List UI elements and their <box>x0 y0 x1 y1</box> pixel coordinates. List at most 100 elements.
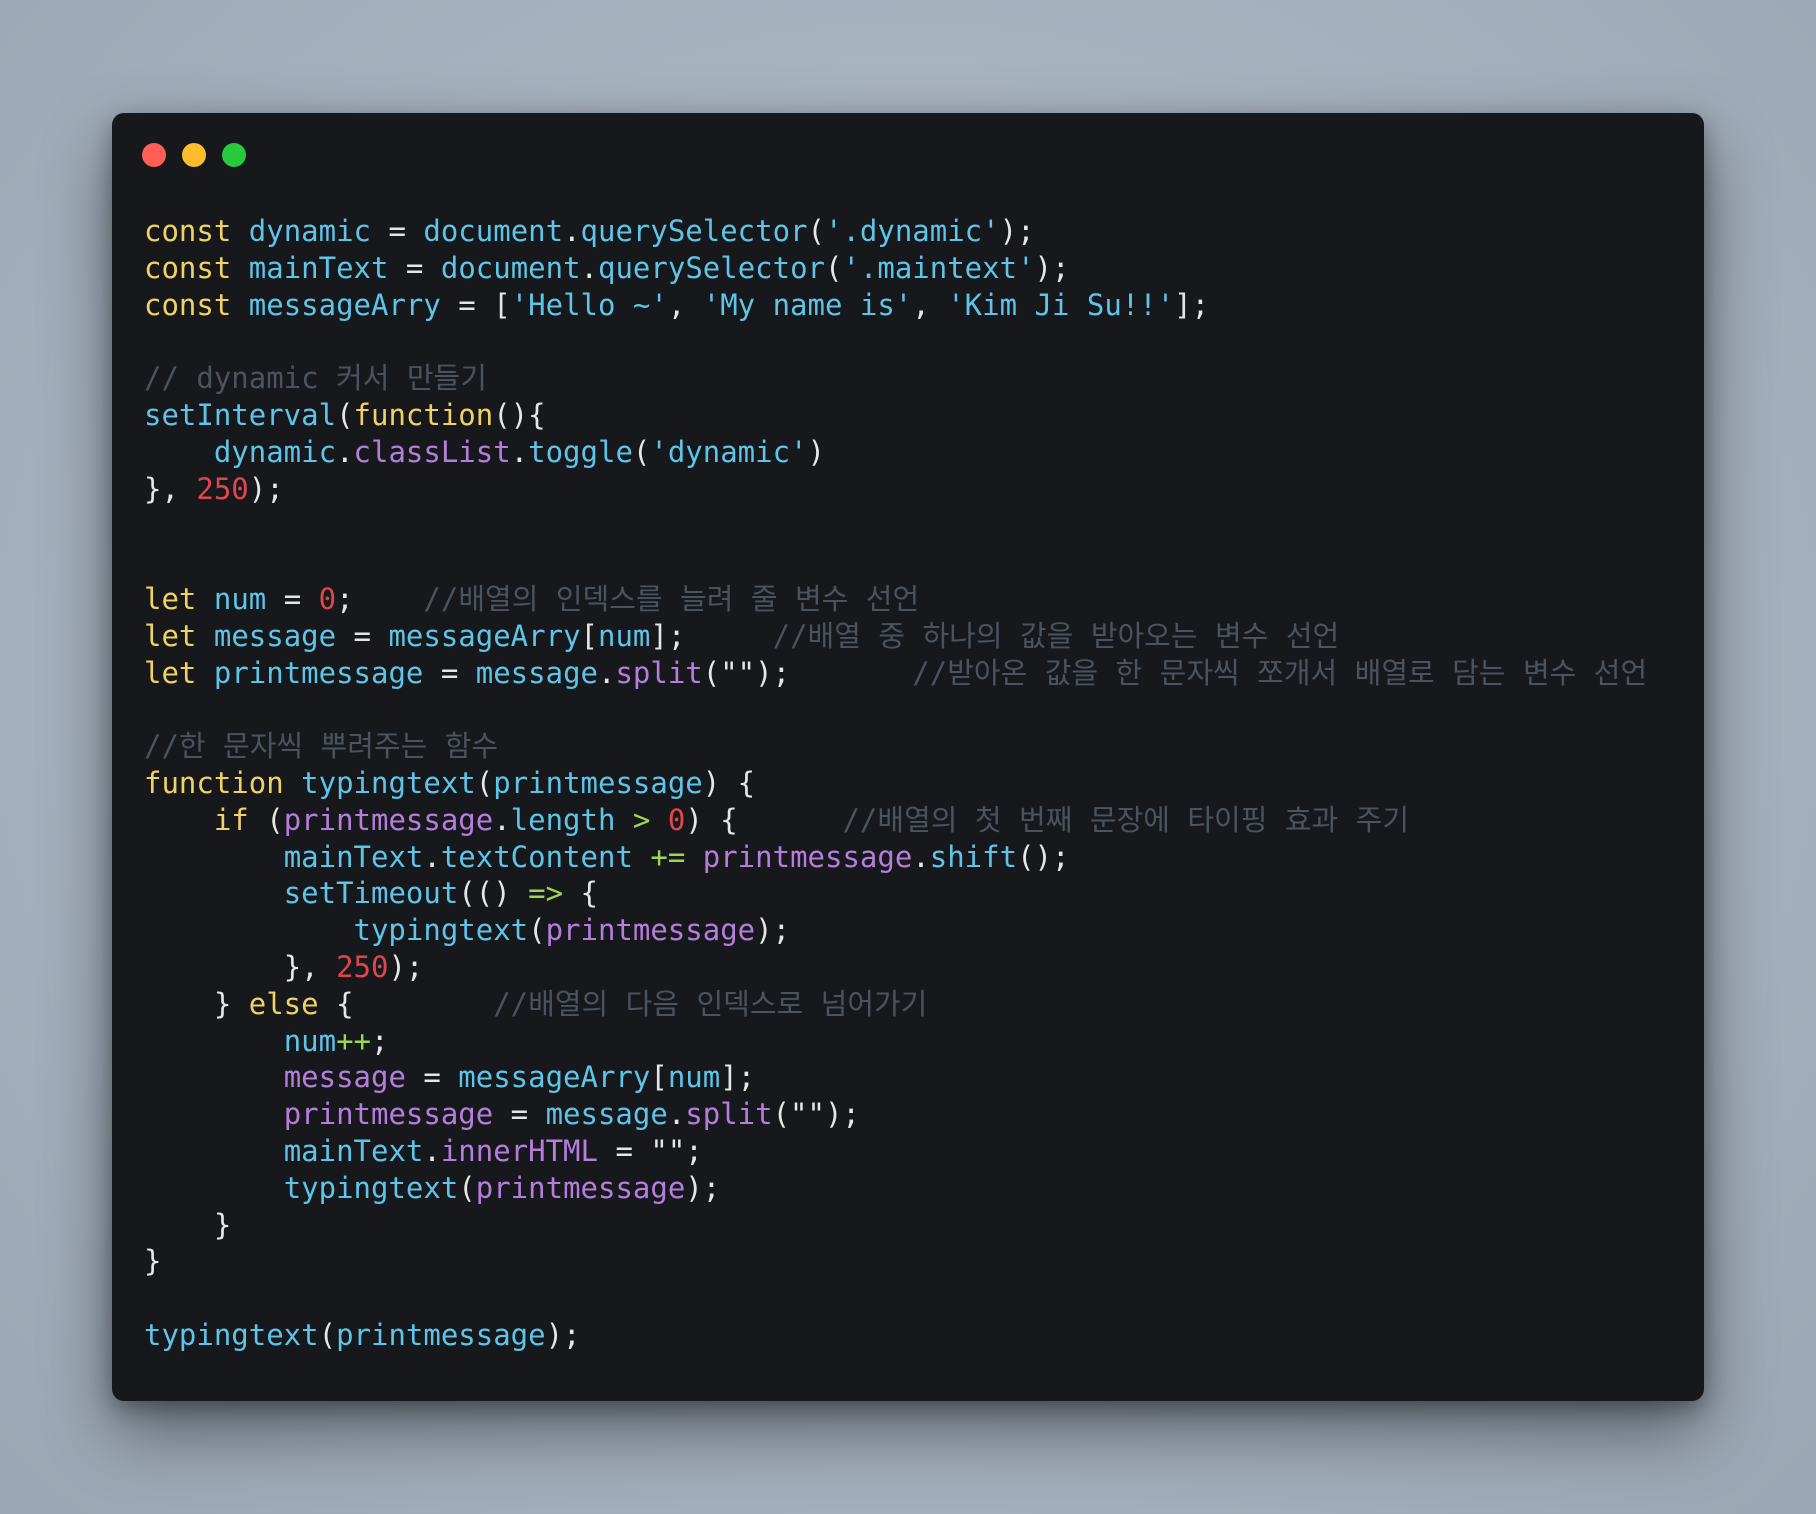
code-token: printmessage <box>336 1317 546 1352</box>
code-token: 250 <box>336 949 389 984</box>
code-token: printmessage <box>213 655 424 690</box>
code-token: ( <box>318 1317 337 1352</box>
code-token: ); <box>999 214 1035 248</box>
code-line: let printmessage = message.split(""); //… <box>144 655 1647 692</box>
code-token: . <box>423 1133 441 1168</box>
code-token: = <box>405 1060 459 1095</box>
code-token: dynamic <box>248 214 371 248</box>
code-token: 0 <box>667 802 686 837</box>
code-token: = <box>266 581 319 616</box>
code-token: = [ <box>440 287 511 322</box>
maximize-button[interactable] <box>222 143 246 167</box>
code-window: const dynamic = document.querySelector('… <box>112 113 1704 1401</box>
code-token: . <box>493 802 511 837</box>
code-comment: //받아온 값을 한 문자씩 쪼개서 배열로 담는 변수 선언 <box>912 655 1648 690</box>
code-token: (); <box>1017 839 1070 874</box>
code-token: [ <box>580 618 598 653</box>
code-token: length <box>510 802 616 837</box>
code-token: '.maintext' <box>842 250 1035 285</box>
code-token: . <box>336 434 354 469</box>
code-token: typingtext <box>144 1317 319 1352</box>
code-token: 250 <box>196 471 249 506</box>
code-token: mainText <box>248 250 389 285</box>
code-token: ( <box>336 397 354 432</box>
code-token: message <box>545 1097 668 1132</box>
code-token: => <box>528 876 564 911</box>
code-token: ( <box>528 913 546 948</box>
code-line: const messageArry = ['Hello ~', 'My name… <box>144 287 1647 324</box>
code-token: (""); <box>772 1097 860 1132</box>
code-token: . <box>423 839 441 874</box>
code-token: . <box>597 655 616 690</box>
code-line: let message = messageArry[num]; //배열 중 하… <box>144 618 1647 655</box>
code-token: else <box>248 986 319 1021</box>
code-token: shift <box>929 839 1018 874</box>
code-token: ); <box>1034 250 1070 285</box>
code-token: ( <box>248 802 284 837</box>
code-token: num <box>667 1060 721 1095</box>
code-token: const <box>144 287 232 322</box>
code-token: > <box>632 802 651 837</box>
code-token: } <box>213 1207 232 1242</box>
code-line: setInterval(function(){ <box>144 397 1647 434</box>
code-line: typingtext(printmessage); <box>144 912 1647 949</box>
window-controls <box>142 143 246 167</box>
minimize-button[interactable] <box>182 143 206 167</box>
code-line: function typingtext(printmessage) { <box>144 765 1647 802</box>
code-token: = <box>597 1133 651 1168</box>
code-line: const mainText = document.querySelector(… <box>144 250 1647 287</box>
code-token: 0 <box>318 581 337 616</box>
code-token: ]; <box>720 1060 756 1095</box>
code-token: ); <box>685 1170 721 1205</box>
code-token: textContent <box>440 839 633 874</box>
code-line: let num = 0; //배열의 인덱스를 늘려 줄 변수 선언 <box>144 581 1647 618</box>
code-token: ) <box>807 434 825 469</box>
code-token: printmessage <box>545 913 756 948</box>
code-token: += <box>650 839 686 874</box>
code-token: 'My name is' <box>702 287 913 322</box>
close-button[interactable] <box>142 143 166 167</box>
code-line: } else { //배열의 다음 인덱스로 넘어가기 <box>144 986 1647 1023</box>
code-token: . <box>563 214 581 248</box>
code-token: ( <box>458 1170 476 1205</box>
code-token: typingtext <box>283 1170 459 1205</box>
code-token: function <box>353 397 494 432</box>
code-token: querySelector <box>598 250 825 285</box>
code-line: setTimeout(() => { <box>144 875 1647 912</box>
code-token: = <box>371 214 424 248</box>
code-token: ++ <box>336 1023 371 1058</box>
code-token: ]; <box>650 618 686 653</box>
code-line: }, 250); <box>144 471 1647 508</box>
code-token: mainText <box>283 839 424 874</box>
code-line: message = messageArry[num]; <box>144 1059 1647 1096</box>
code-token: const <box>144 250 232 285</box>
code-comment: //한 문자씩 뿌려주는 함수 <box>144 729 499 764</box>
code-token: ""; <box>650 1133 703 1168</box>
code-token: messageArry <box>248 287 441 322</box>
code-token: ) { <box>702 765 756 800</box>
code-line: dynamic.classList.toggle('dynamic') <box>144 434 1647 471</box>
code-line: ​ <box>144 691 1647 728</box>
code-token: split <box>615 655 703 690</box>
code-line: ​ <box>144 544 1647 581</box>
code-token: 'dynamic' <box>650 434 808 469</box>
code-token: function <box>144 765 284 800</box>
code-line: //한 문자씩 뿌려주는 함수 <box>144 728 1647 765</box>
code-token: ; <box>371 1023 389 1058</box>
